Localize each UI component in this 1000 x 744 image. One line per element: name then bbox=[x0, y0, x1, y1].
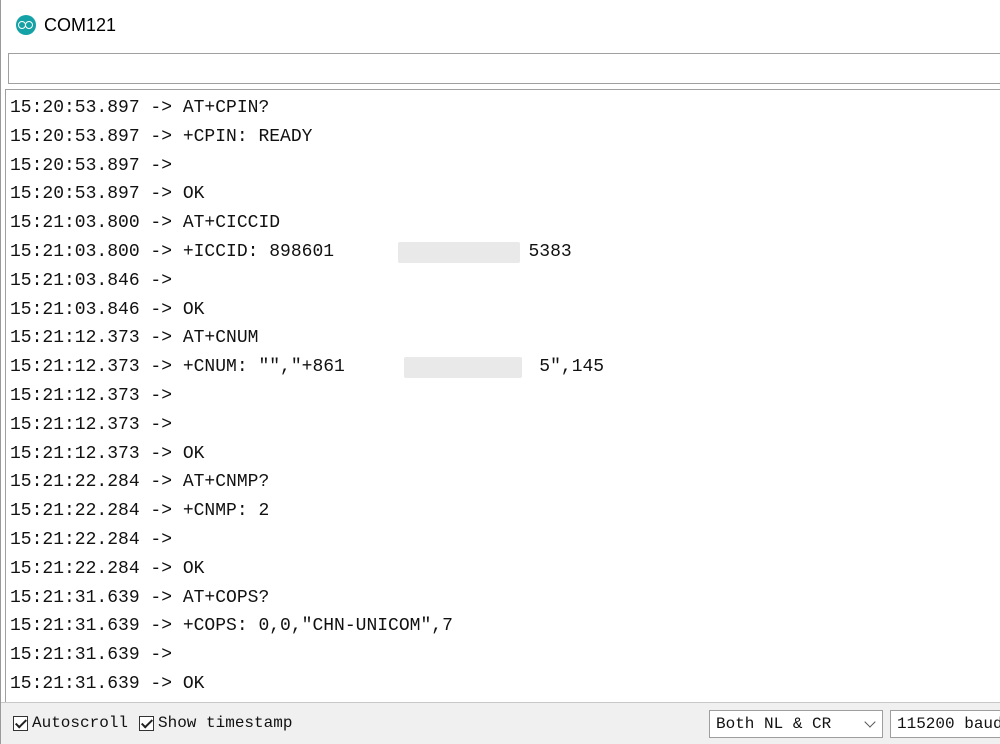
redaction-mask bbox=[404, 357, 522, 378]
baud-rate-value: 115200 baud bbox=[897, 715, 1000, 733]
console-line: 15:21:22.284 -> bbox=[10, 530, 173, 550]
title-bar: COM121 bbox=[1, 0, 1000, 50]
console-line: 15:21:12.373 -> OK bbox=[10, 443, 205, 464]
console-line: 15:20:53.897 -> AT+CPIN? bbox=[10, 98, 270, 118]
serial-monitor-window: COM121 15:20:53.897 -> AT+CPIN? 15:20:53.… bbox=[0, 0, 1000, 744]
check-icon[interactable] bbox=[139, 715, 154, 731]
line-ending-value: Both NL & CR bbox=[716, 715, 832, 733]
autoscroll-checkbox[interactable]: Autoscroll bbox=[13, 714, 128, 732]
window-title: COM121 bbox=[44, 15, 117, 35]
chevron-down-icon bbox=[864, 716, 876, 728]
console-line: 15:21:31.639 -> OK bbox=[10, 674, 205, 694]
console-line: 15:21:31.639 -> bbox=[10, 645, 173, 666]
console-line: 15:21:31.639 -> +COPS: 0,0,"CHN-UNICOM",… bbox=[10, 616, 453, 637]
console-line: 15:20:53.897 -> OK bbox=[10, 184, 205, 205]
console-line: 15:21:22.284 -> +CNMP: 2 bbox=[10, 501, 270, 522]
console-line: 15:20:53.897 -> bbox=[10, 155, 173, 176]
console-line: 15:21:03.846 -> OK bbox=[10, 299, 205, 320]
serial-output-console[interactable]: 15:20:53.897 -> AT+CPIN? 15:20:53.897 -> … bbox=[5, 89, 1000, 702]
console-line: 15:20:53.897 -> +CPIN: READY bbox=[10, 126, 313, 147]
console-line: 15:21:12.373 -> AT+CNUM bbox=[10, 328, 259, 349]
arduino-logo-icon bbox=[16, 15, 36, 35]
status-bar: Autoscroll Show timestamp Both NL & CR 1… bbox=[1, 702, 1000, 744]
autoscroll-label: Autoscroll bbox=[32, 714, 129, 732]
baud-rate-select[interactable]: 115200 baud bbox=[890, 710, 1000, 738]
console-line: 15:21:22.284 -> AT+CNMP? bbox=[10, 472, 270, 493]
redaction-mask bbox=[398, 242, 520, 263]
console-line: 15:21:31.639 -> AT+COPS? bbox=[10, 587, 270, 608]
console-line: 15:21:22.284 -> OK bbox=[10, 558, 205, 579]
console-line: 15:21:12.373 -> bbox=[10, 386, 173, 406]
console-line: 15:21:03.800 -> AT+CICCID bbox=[10, 213, 281, 234]
console-line: 15:21:03.846 -> bbox=[10, 270, 173, 291]
check-icon[interactable] bbox=[13, 715, 28, 731]
line-ending-select[interactable]: Both NL & CR bbox=[709, 710, 883, 738]
show-timestamp-label: Show timestamp bbox=[158, 714, 293, 732]
console-line: 15:21:12.373 -> bbox=[10, 414, 173, 435]
serial-send-input[interactable] bbox=[8, 53, 1000, 84]
show-timestamp-checkbox[interactable]: Show timestamp bbox=[139, 714, 292, 732]
